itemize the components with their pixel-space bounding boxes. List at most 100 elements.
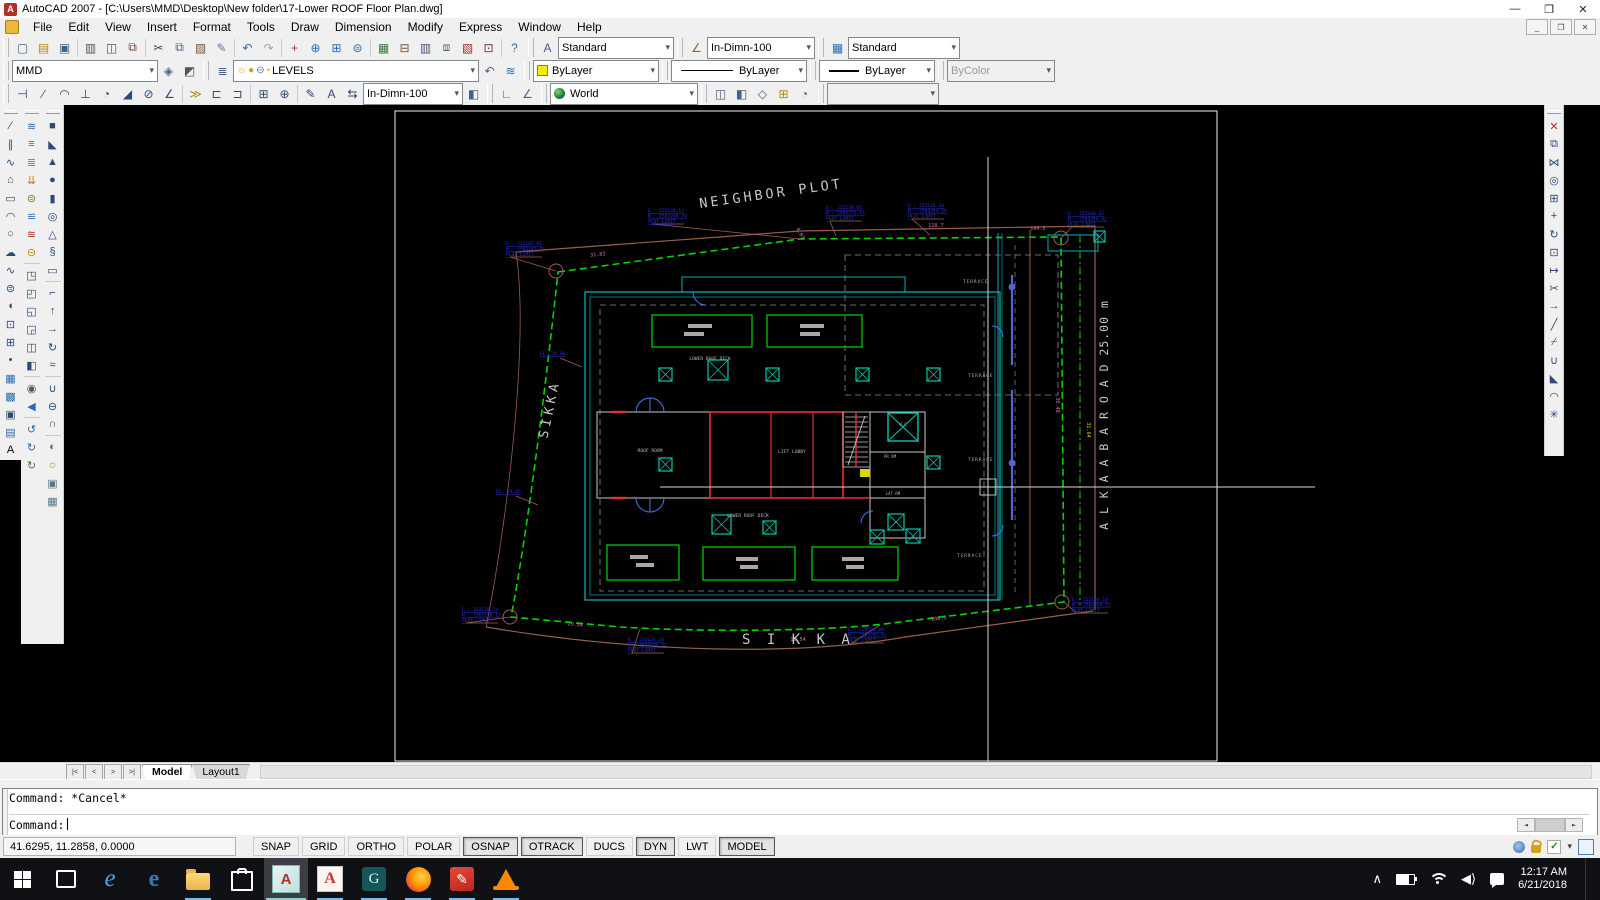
toolbar-grip[interactable] (487, 84, 493, 103)
toolbar-grip[interactable] (677, 38, 683, 57)
toolbar-grip[interactable] (810, 61, 816, 80)
dimension-style-combo[interactable]: In-Dimn-100 ▾ (363, 82, 463, 105)
linear-dimension-icon[interactable]: ⊣ (12, 83, 33, 104)
baseline-icon[interactable]: ⊏ (206, 83, 227, 104)
box-icon[interactable]: ■ (43, 117, 63, 135)
dimension-edit-icon[interactable]: ✎ (300, 83, 321, 104)
toolbar-grip[interactable] (541, 84, 547, 103)
close-button[interactable]: ✕ (1566, 0, 1600, 18)
gradient-icon[interactable]: ▩ (1, 387, 21, 405)
dimension-update-icon[interactable]: ⇆ (342, 83, 363, 104)
scale-icon[interactable]: ⊡ (1544, 243, 1564, 261)
taskbar-task-view-button[interactable] (44, 858, 88, 900)
mapping-icon[interactable]: ▦ (43, 492, 63, 510)
wedge-icon[interactable]: ◣ (43, 135, 63, 153)
orbit-view-icon[interactable]: ◔ (794, 83, 815, 104)
status-tray-dropdown-icon[interactable]: ▾ (1567, 841, 1572, 852)
layer-previous-icon[interactable]: ⊝ (22, 243, 42, 261)
ellipse-arc-icon[interactable]: ◖ (1, 297, 21, 315)
toolbar-grip[interactable] (1547, 110, 1561, 114)
menu-insert[interactable]: Insert (139, 18, 185, 36)
dimension-text-edit-icon[interactable]: A (321, 83, 342, 104)
taskbar-edge[interactable]: e (132, 858, 176, 900)
revcloud-icon[interactable]: ☁ (1, 243, 21, 261)
layer-lock-icon[interactable]: ⊜ (22, 189, 42, 207)
publish-icon[interactable]: ⧉ (122, 37, 143, 58)
stretch-icon[interactable]: ↦ (1544, 261, 1564, 279)
status-toggle-snap[interactable]: SNAP (253, 837, 299, 856)
materials-icon[interactable]: ▣ (43, 474, 63, 492)
offset-icon[interactable]: ◎ (1544, 171, 1564, 189)
erase-icon[interactable]: ✕ (1544, 117, 1564, 135)
aligned-dimension-icon[interactable]: ∕ (33, 83, 54, 104)
layer-properties-icon[interactable]: ≣ (212, 60, 233, 81)
cut-icon[interactable]: ✂ (148, 37, 169, 58)
status-toggle-ortho[interactable]: ORTHO (348, 837, 404, 856)
taskbar-internet-explorer[interactable]: e (88, 858, 132, 900)
taskbar-sketchup[interactable]: ✎ (440, 858, 484, 900)
dim-style-combo[interactable]: In-Dimn-100 ▾ (707, 36, 815, 59)
taskbar-microsoft-store[interactable] (220, 858, 264, 900)
arc-length-icon[interactable]: ◠ (54, 83, 75, 104)
save-icon[interactable]: ▣ (54, 37, 75, 58)
command-window[interactable]: Command: *Cancel* Command: ◄ ► (2, 788, 1598, 836)
pyramid-icon[interactable]: △ (43, 225, 63, 243)
viewports-icon[interactable]: ⊞ (773, 83, 794, 104)
toolbar-grip[interactable] (203, 61, 209, 80)
taskbar-clock[interactable]: 12:17 AM 6/21/2018 (1518, 866, 1567, 892)
markup-set-manager-icon[interactable]: ▧ (457, 37, 478, 58)
isometric-view-icon[interactable]: ◇ (752, 83, 773, 104)
chamfer-icon[interactable]: ◣ (1544, 369, 1564, 387)
extrude-faces-icon[interactable]: ◳ (22, 266, 42, 284)
workspace-settings-icon[interactable]: ◈ (158, 60, 179, 81)
taper-faces-icon[interactable]: ◧ (22, 356, 42, 374)
mdi-close-button[interactable]: ✕ (1574, 19, 1596, 35)
workspace-combo[interactable]: MMD ▾ (12, 59, 158, 82)
help-icon[interactable]: ? (504, 37, 525, 58)
scroll-left-icon[interactable]: ◄ (1517, 818, 1535, 832)
status-toggle-ducs[interactable]: DUCS (585, 837, 633, 856)
status-toggle-lwt[interactable]: LWT (678, 837, 717, 856)
my-workspace-icon[interactable]: ◩ (179, 60, 200, 81)
break-at-point-icon[interactable]: ╱ (1544, 315, 1564, 333)
radius-icon[interactable]: ◔ (96, 83, 117, 104)
fillet-icon[interactable]: ◠ (1544, 387, 1564, 405)
toolbar-grip[interactable] (3, 110, 18, 114)
table-icon[interactable]: ▤ (1, 423, 21, 441)
join-icon[interactable]: ∪ (1544, 351, 1564, 369)
color-combo[interactable]: ByLayer ▾ (533, 59, 659, 82)
tab-nav-button-3[interactable]: >| (123, 764, 141, 780)
tab-layout1[interactable]: Layout1 (192, 764, 249, 780)
offset-faces-icon[interactable]: ◱ (22, 302, 42, 320)
line-icon[interactable]: ∕ (1, 117, 21, 135)
match-properties-icon[interactable]: ✎ (211, 37, 232, 58)
copy-icon[interactable]: ⧉ (169, 37, 190, 58)
command-prompt[interactable]: Command: (9, 818, 64, 832)
mdi-minimize-button[interactable]: _ (1526, 19, 1548, 35)
helix-icon[interactable]: § (43, 243, 63, 261)
toolbar-lock-icon[interactable] (1531, 844, 1542, 853)
taskbar-start-button[interactable] (0, 858, 44, 900)
toolbar-grip[interactable] (24, 110, 39, 114)
layer-freeze-icon[interactable]: ≣ (22, 153, 42, 171)
break-icon[interactable]: ⌿ (1544, 333, 1564, 351)
render-icon[interactable]: ◐ (43, 438, 63, 456)
status-toggle-grid[interactable]: GRID (301, 837, 346, 856)
taskbar-vlc[interactable] (484, 858, 528, 900)
lineweight-combo[interactable]: ByLayer ▾ (819, 59, 935, 82)
pan-icon[interactable]: + (284, 37, 305, 58)
dimension-style-icon[interactable]: ◧ (463, 83, 484, 104)
cone-icon[interactable]: ▲ (43, 153, 63, 171)
plot-preview-icon[interactable]: ◫ (101, 37, 122, 58)
restore-button[interactable]: ❐ (1532, 0, 1566, 18)
jogged-icon[interactable]: ◢ (117, 83, 138, 104)
swivel-camera-icon[interactable]: ◀ (22, 397, 42, 415)
text-style-combo[interactable]: Standard ▾ (558, 36, 674, 59)
zoom-window-icon[interactable]: ⊞ (326, 37, 347, 58)
status-toggle-model[interactable]: MODEL (719, 837, 775, 856)
ucs-icon[interactable]: ∟ (496, 83, 517, 104)
layer-isolate-icon[interactable]: ≡ (22, 135, 42, 153)
polyline-icon[interactable]: ∿ (1, 153, 21, 171)
taskbar-autocad-2007[interactable]: A (264, 858, 308, 900)
layer-off-icon[interactable]: ⇊ (22, 171, 42, 189)
